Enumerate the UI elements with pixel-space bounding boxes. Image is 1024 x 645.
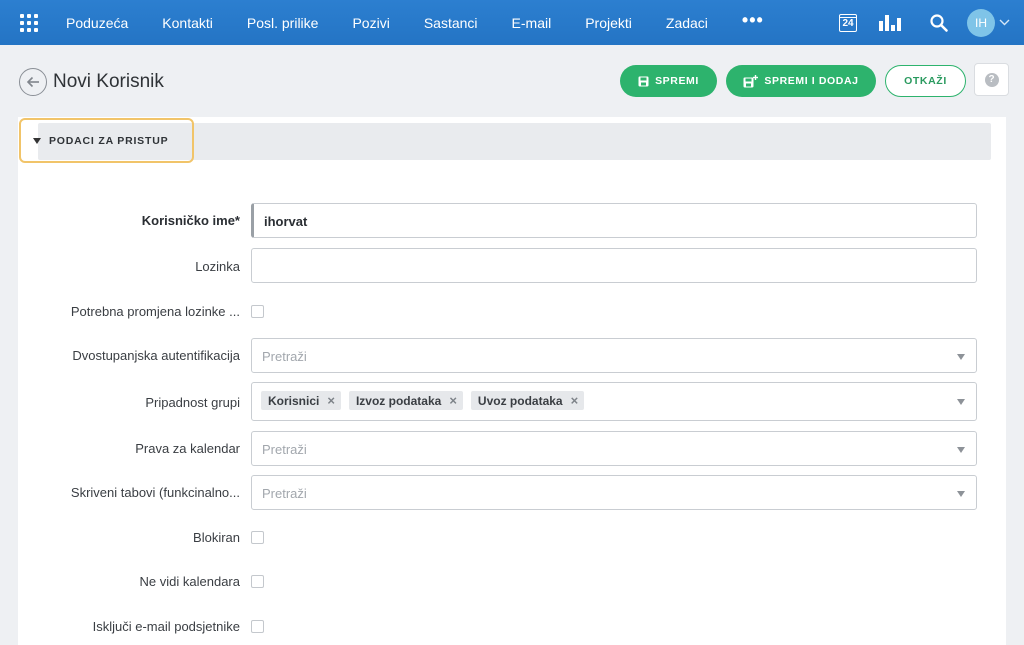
dropdown-arrow-icon [957, 399, 965, 405]
nav-item-email[interactable]: E-mail [512, 15, 552, 31]
password-input[interactable] [251, 248, 977, 283]
calendar-icon[interactable]: 24 [839, 13, 857, 32]
form-panel [18, 117, 1006, 645]
blocked-label: Blokiran [193, 530, 240, 545]
calendar-rights-select[interactable]: Pretraži [251, 431, 977, 466]
two-factor-label: Dvostupanjska autentifikacija [72, 348, 240, 363]
group-tag-label: Uvoz podataka [477, 393, 563, 408]
cancel-button[interactable]: OTKAŽI [885, 65, 966, 97]
nav-right: 24 IH [839, 0, 1024, 45]
reports-chart-icon[interactable] [879, 14, 901, 31]
remove-tag-icon[interactable]: × [449, 393, 457, 408]
hidden-tabs-select[interactable]: Pretraži [251, 475, 977, 510]
help-icon: ? [984, 72, 999, 87]
username-value: ihorvat [264, 214, 308, 229]
remove-tag-icon[interactable]: × [327, 393, 335, 408]
back-arrow-icon[interactable] [19, 68, 47, 96]
apps-grid-icon[interactable] [20, 13, 38, 32]
group-tags: Korisnici × Izvoz podataka × Uvoz podataka… [261, 391, 585, 410]
more-icon[interactable]: ••• [742, 10, 764, 31]
remove-tag-icon[interactable]: × [571, 393, 579, 408]
chevron-down-icon[interactable] [999, 17, 1010, 29]
password-change-checkbox[interactable] [251, 305, 264, 318]
two-factor-select[interactable]: Pretraži [251, 338, 977, 373]
dropdown-arrow-icon [957, 491, 965, 497]
nav-item-opportunities[interactable]: Posl. prilike [247, 15, 319, 31]
nav-item-meetings[interactable]: Sastanci [424, 15, 478, 31]
password-label: Lozinka [195, 259, 240, 274]
nav-item-contacts[interactable]: Kontakti [162, 15, 213, 31]
no-email-reminders-label: Isključi e-mail podsjetnike [92, 619, 240, 634]
cancel-button-label: OTKAŽI [904, 75, 947, 87]
groups-select[interactable]: Korisnici × Izvoz podataka × Uvoz podataka… [251, 382, 977, 421]
nav-item-projects[interactable]: Projekti [585, 15, 632, 31]
dropdown-arrow-icon [957, 447, 965, 453]
username-input[interactable]: ihorvat [251, 203, 977, 238]
group-tag-label: Izvoz podataka [355, 393, 442, 408]
group-tag: Uvoz podataka × [470, 391, 585, 410]
section-toggle-access-data[interactable]: PODACI ZA PRISTUP [19, 118, 194, 163]
save-button[interactable]: SPREMI [620, 65, 717, 97]
help-button[interactable]: ? [974, 63, 1009, 96]
groups-label: Pripadnost grupi [145, 395, 240, 410]
blocked-checkbox[interactable] [251, 531, 264, 544]
save-and-add-button-label: SPREMI I DODAJ [764, 75, 859, 87]
group-tag: Korisnici × [261, 391, 341, 410]
search-icon[interactable] [929, 13, 949, 33]
nav-item-tasks[interactable]: Zadaci [666, 15, 708, 31]
page-header: Novi Korisnik SPREMI SPREMI I DODAJ OTKA… [0, 45, 1024, 117]
no-calendar-label: Ne vidi kalendara [139, 574, 240, 589]
floppy-disk-plus-icon [743, 74, 759, 87]
save-button-label: SPREMI [655, 75, 699, 87]
calendar-day: 24 [842, 18, 854, 29]
no-email-reminders-checkbox[interactable] [251, 620, 264, 633]
no-calendar-checkbox[interactable] [251, 575, 264, 588]
section-title: PODACI ZA PRISTUP [49, 134, 169, 147]
top-nav: Poduzeća Kontakti Posl. prilike Pozivi S… [0, 0, 1024, 45]
two-factor-placeholder: Pretraži [262, 349, 307, 364]
floppy-disk-icon [638, 76, 649, 86]
page-title: Novi Korisnik [53, 71, 164, 92]
username-label: Korisničko ime* [141, 213, 240, 228]
caret-down-icon [33, 137, 41, 144]
hidden-tabs-label: Skriveni tabovi (funkcinalno... [70, 485, 240, 500]
nav-item-companies[interactable]: Poduzeća [66, 15, 128, 31]
hidden-tabs-placeholder: Pretraži [262, 486, 307, 501]
calendar-rights-label: Prava za kalendar [135, 441, 240, 456]
group-tag: Izvoz podataka × [348, 391, 463, 410]
dropdown-arrow-icon [957, 354, 965, 360]
group-tag-label: Korisnici [268, 393, 320, 408]
password-change-label: Potrebna promjena lozinke ... [70, 304, 240, 319]
nav-item-calls[interactable]: Pozivi [352, 15, 389, 31]
calendar-rights-placeholder: Pretraži [262, 442, 307, 457]
user-avatar[interactable]: IH [967, 8, 995, 37]
save-and-add-button[interactable]: SPREMI I DODAJ [726, 65, 876, 97]
